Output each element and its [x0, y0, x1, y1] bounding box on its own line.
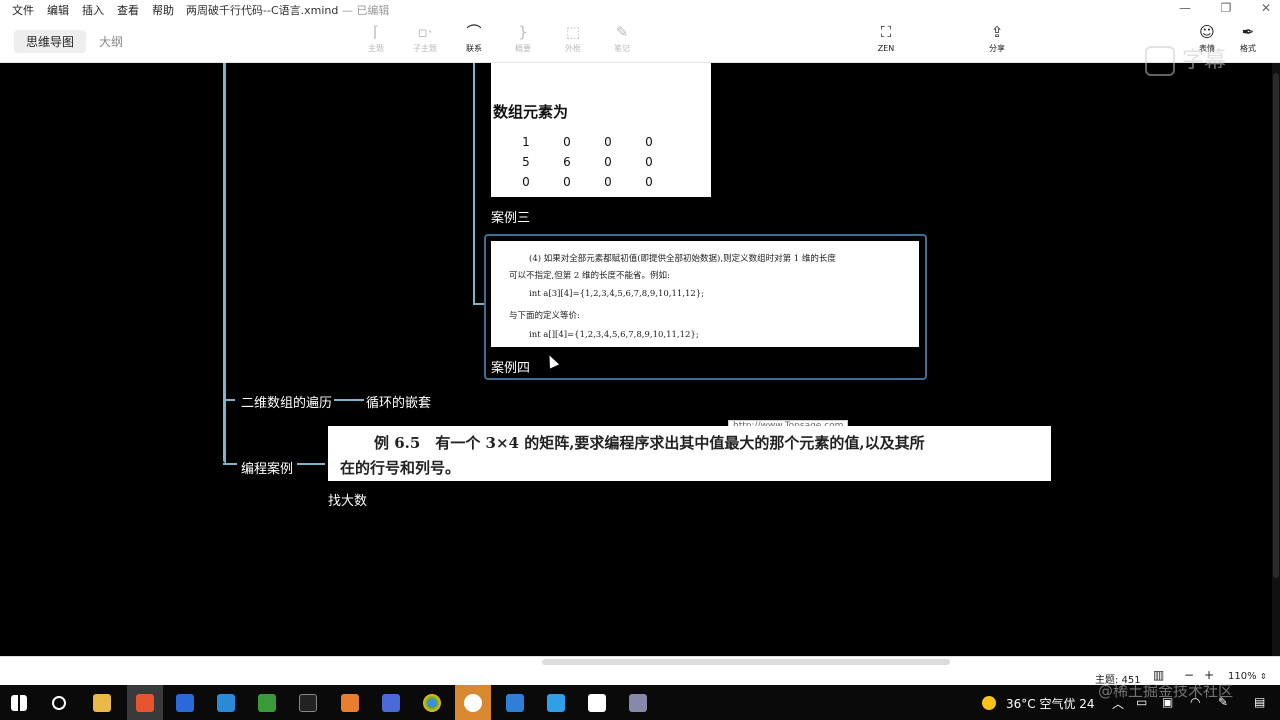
subtopic-icon: ▫·	[417, 23, 433, 41]
tab-outline[interactable]: 大纲	[87, 30, 135, 53]
status-bar: 主题: 451 ▥ − + 110% ⇕	[0, 656, 1280, 686]
topic-case3[interactable]: 案例三	[491, 207, 530, 226]
card3-heading: 数组元素为	[493, 103, 569, 121]
card4-text-line: 与下面的定义等价:	[509, 311, 580, 321]
vertical-scrollbar-thumb[interactable]	[1273, 73, 1279, 578]
windows-start-icon[interactable]	[11, 695, 27, 711]
matrix-cell: 0	[522, 175, 530, 189]
notes-button[interactable]: ✎ 笔记	[597, 21, 647, 55]
share-icon: ⇪	[990, 23, 1004, 41]
matrix-cell: 0	[645, 135, 653, 149]
image-card-case4[interactable]: (4) 如果对全部元素都赋初值(即提供全部初始数据),则定义数组时对第 1 维的…	[491, 241, 919, 347]
logo-watermark: 字幕	[1145, 42, 1255, 76]
document-status: — 已编辑	[341, 4, 390, 17]
audio-app-icon[interactable]	[464, 694, 482, 712]
xmind-icon[interactable]	[136, 694, 154, 712]
card5-line2: 在的行号和列号。	[340, 459, 461, 477]
matrix-cell: 0	[645, 155, 653, 169]
document-name: 两周破千行代码--C语言.xmind	[186, 4, 339, 17]
app-icon[interactable]	[217, 694, 235, 712]
close-button[interactable]: ✕	[1256, 1, 1276, 15]
topic-button[interactable]: ⌈ 主题	[351, 21, 401, 55]
image-card-case3[interactable]: 数组元素为 1 0 0 0 5 6 0 0 0 0 0 0	[491, 63, 711, 197]
app-icon[interactable]	[176, 694, 194, 712]
restore-button[interactable]: ❐	[1216, 1, 1236, 15]
search-icon[interactable]	[52, 696, 66, 710]
notes-icon: ✎	[615, 23, 629, 41]
topic-programming-cases[interactable]: 编程案例	[241, 458, 293, 477]
menu-edit[interactable]: 编辑	[47, 2, 69, 18]
relationship-icon: ⌒	[466, 23, 482, 41]
chrome-icon[interactable]	[423, 694, 441, 712]
branch-connector-main	[223, 63, 226, 463]
paint-icon[interactable]	[629, 694, 647, 712]
minimize-button[interactable]: —	[1175, 1, 1195, 15]
connector-loop	[334, 399, 364, 401]
card4-text-line: (4) 如果对全部元素都赋初值(即提供全部初始数据),则定义数组时对第 1 维的…	[529, 254, 836, 264]
matrix-row: 0 0 0 0	[491, 175, 691, 195]
share-button[interactable]: ⇪ 分享	[972, 21, 1022, 55]
weather-icon[interactable]	[982, 696, 996, 710]
matrix-cell: 6	[563, 155, 571, 169]
card4-text-line: int a[][4]={1,2,3,4,5,6,7,8,9,10,11,12};	[529, 330, 699, 340]
image-card-example-6-5[interactable]: 例 6.5 有一个 3×4 的矩阵,要求编程序求出其中值最大的那个元素的值,以及…	[328, 426, 1051, 481]
menu-help[interactable]: 帮助	[152, 2, 174, 18]
app-icon[interactable]	[258, 694, 276, 712]
title-bar: 文件 编辑 插入 查看 帮助 两周破千行代码--C语言.xmind — 已编辑 …	[0, 0, 1280, 18]
capcut-icon[interactable]	[588, 694, 606, 712]
matrix-cell: 0	[563, 135, 571, 149]
toolbar: 思维导图 大纲 ⌈ 主题 ▫· 子主题 ⌒ 联系 } 概要 ⬚ 外框 ✎ 笔记 …	[0, 18, 1280, 63]
tab-mindmap[interactable]: 思维导图	[14, 30, 87, 53]
boundary-button[interactable]: ⬚ 外框	[548, 21, 598, 55]
weather-text[interactable]: 36°C 空气优 24	[1006, 695, 1095, 712]
document-title: 两周破千行代码--C语言.xmind — 已编辑	[186, 2, 389, 18]
matrix-cell: 5	[522, 155, 530, 169]
zen-icon: ⛶	[880, 23, 892, 41]
card4-text-line: 可以不指定,但第 2 维的长度不能省。例如:	[509, 271, 670, 281]
app-icon[interactable]	[547, 694, 565, 712]
matrix-cell: 1	[522, 135, 530, 149]
topic-find-max[interactable]: 找大数	[328, 490, 367, 509]
connector-cases	[473, 63, 475, 303]
notification-icon[interactable]: ▤	[1254, 695, 1265, 709]
topic-case4[interactable]: 案例四	[491, 357, 530, 376]
menu-insert[interactable]: 插入	[82, 2, 104, 18]
connector-traverse	[223, 399, 235, 401]
vertical-scrollbar[interactable]	[1272, 63, 1280, 656]
topic-nested-loop[interactable]: 循环的嵌套	[366, 392, 431, 411]
terminal-icon[interactable]	[299, 694, 317, 712]
card4-text-line: int a[3][4]={1,2,3,4,5,6,7,8,9,10,11,12}…	[529, 289, 705, 299]
mindmap-canvas[interactable]: 数组元素为 1 0 0 0 5 6 0 0 0 0 0 0 案例三 (4) 如果…	[0, 63, 1280, 656]
subtopic-button[interactable]: ▫· 子主题	[400, 21, 450, 55]
zoom-stepper-icon[interactable]: ⇕	[1260, 672, 1267, 681]
matrix-cell: 0	[604, 135, 612, 149]
matrix-cell: 0	[563, 175, 571, 189]
juejin-watermark: @稀土掘金技术社区	[1098, 682, 1234, 700]
matrix-cell: 0	[645, 175, 653, 189]
connector-programming	[223, 463, 237, 465]
taskbar: 36°C 空气优 24 ︿ ▭ ▣ ◠ ✎ ▤	[0, 685, 1280, 720]
topic-2d-array-traverse[interactable]: 二维数组的遍历	[241, 392, 332, 411]
app-icon[interactable]	[341, 694, 359, 712]
zen-button[interactable]: ⛶ ZEN	[861, 21, 911, 55]
matrix-cell: 0	[604, 155, 612, 169]
menu-file[interactable]: 文件	[12, 2, 34, 18]
relationship-button[interactable]: ⌒ 联系	[449, 21, 499, 55]
matrix-row: 5 6 0 0	[491, 155, 691, 175]
topic-icon: ⌈	[373, 23, 379, 41]
app-icon[interactable]	[506, 694, 524, 712]
menu-view[interactable]: 查看	[117, 2, 139, 18]
horizontal-scrollbar[interactable]	[542, 659, 950, 665]
format-icon: ✒	[1241, 23, 1255, 41]
matrix-cell: 0	[604, 175, 612, 189]
connector-card5	[297, 463, 325, 465]
matrix-row: 1 0 0 0	[491, 135, 691, 155]
calculator-icon[interactable]	[382, 694, 400, 712]
summary-icon: }	[518, 23, 528, 41]
file-explorer-icon[interactable]	[93, 694, 111, 712]
card5-line1: 例 6.5 有一个 3×4 的矩阵,要求编程序求出其中值最大的那个元素的值,以及…	[374, 434, 925, 452]
summary-button[interactable]: } 概要	[498, 21, 548, 55]
boundary-icon: ⬚	[565, 23, 581, 41]
